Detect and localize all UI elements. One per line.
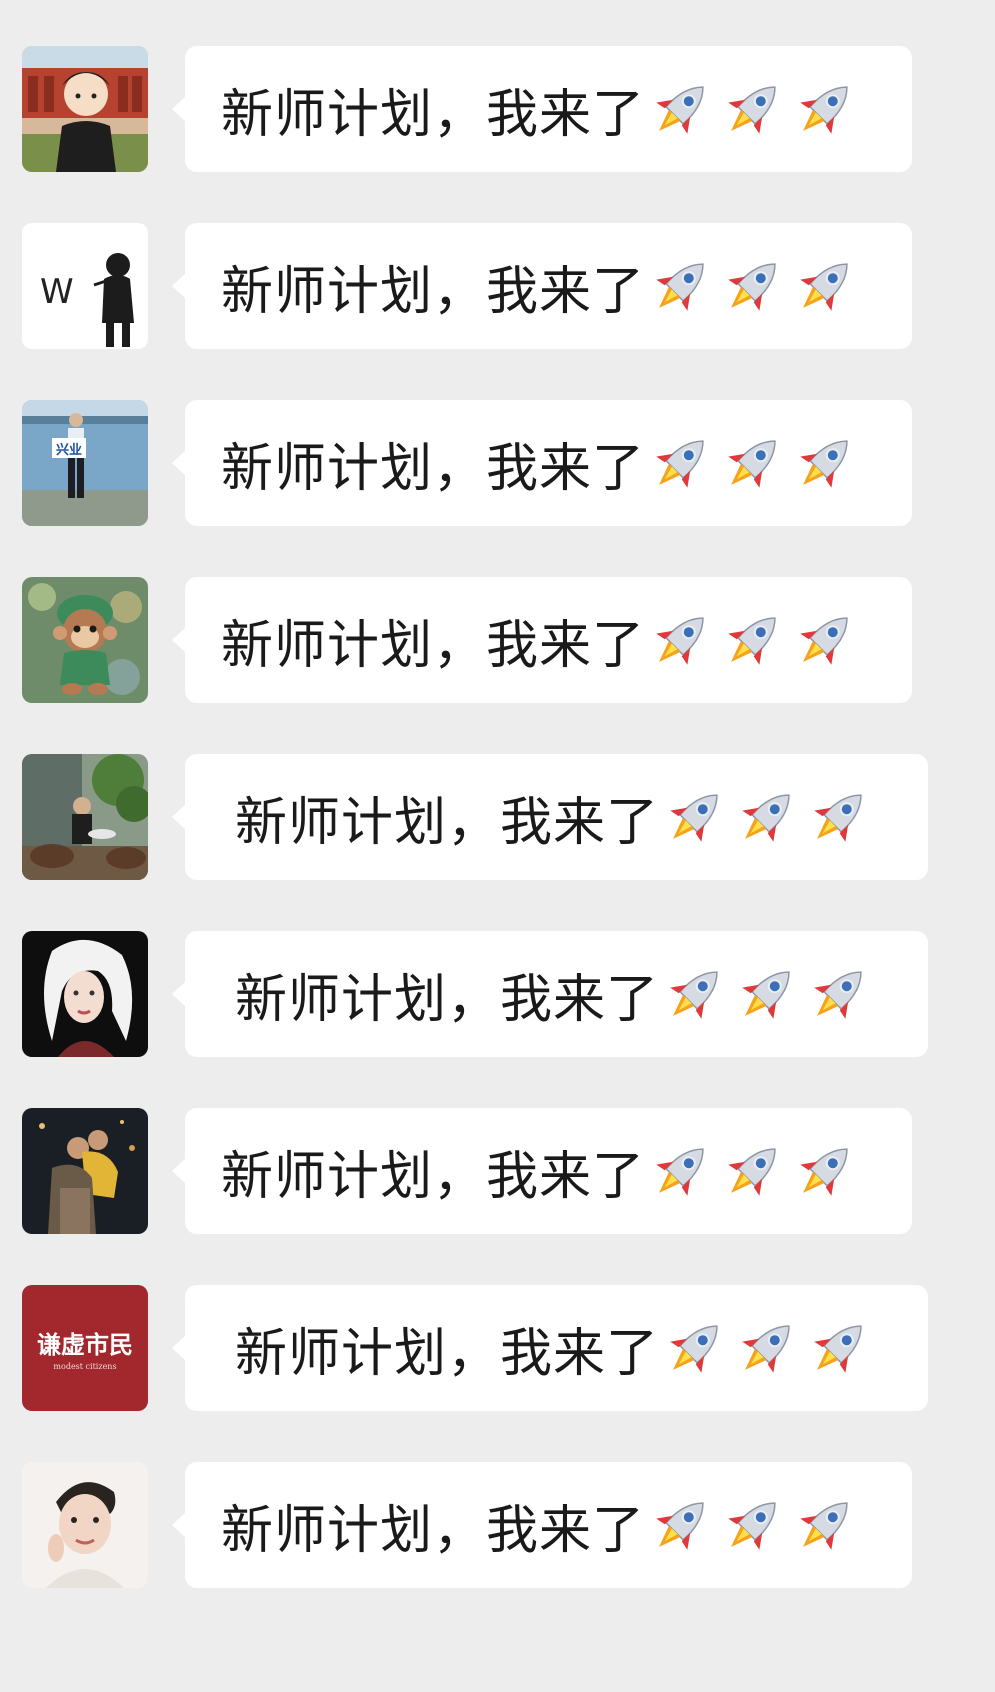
rocket-emoji xyxy=(721,1492,785,1558)
rocket-emoji xyxy=(649,1492,713,1558)
emoji-group xyxy=(649,607,865,673)
chat-list: 新师计划，我来了 W 新师计划，我来了 兴业 新师计划，我来了 新师计划，我来了… xyxy=(0,0,995,1692)
message-bubble[interactable]: 新师计划，我来了 xyxy=(172,400,912,526)
message-row: 新师计划，我来了 xyxy=(0,46,995,172)
message-row: 兴业 新师计划，我来了 xyxy=(0,400,995,526)
message-row: 新师计划，我来了 xyxy=(0,931,995,1057)
avatar[interactable] xyxy=(22,931,148,1057)
emoji-group xyxy=(649,76,865,142)
message-bubble[interactable]: 新师计划，我来了 xyxy=(172,1108,912,1234)
rocket-emoji xyxy=(793,1492,857,1558)
message-row: 新师计划，我来了 xyxy=(0,1108,995,1234)
avatar[interactable]: 谦虚市民 modest citizens xyxy=(22,1285,148,1411)
message-text: 新师计划，我来了 xyxy=(221,1146,646,1207)
rocket-emoji xyxy=(721,1138,785,1204)
rocket-emoji xyxy=(793,430,857,496)
rocket-emoji xyxy=(663,961,727,1027)
message-bubble[interactable]: 新师计划，我来了 xyxy=(172,223,912,349)
avatar[interactable] xyxy=(22,1108,148,1234)
avatar[interactable] xyxy=(22,577,148,703)
rocket-emoji xyxy=(793,607,857,673)
rocket-emoji xyxy=(793,76,857,142)
message-bubble[interactable]: 新师计划，我来了 xyxy=(172,1285,928,1411)
avatar[interactable]: 兴业 xyxy=(22,400,148,526)
message-row: W 新师计划，我来了 xyxy=(0,223,995,349)
message-bubble[interactable]: 新师计划，我来了 xyxy=(172,931,928,1057)
rocket-emoji xyxy=(721,76,785,142)
rocket-emoji xyxy=(663,1315,727,1381)
message-text: 新师计划，我来了 xyxy=(221,84,646,145)
rocket-emoji xyxy=(721,607,785,673)
emoji-group xyxy=(649,430,865,496)
rocket-emoji xyxy=(793,253,857,319)
emoji-group xyxy=(663,961,879,1027)
rocket-emoji xyxy=(649,430,713,496)
emoji-group xyxy=(663,784,879,850)
avatar[interactable] xyxy=(22,754,148,880)
emoji-group xyxy=(663,1315,879,1381)
rocket-emoji xyxy=(721,430,785,496)
emoji-group xyxy=(649,1492,865,1558)
rocket-emoji xyxy=(721,253,785,319)
message-text: 新师计划，我来了 xyxy=(221,438,646,499)
rocket-emoji xyxy=(663,784,727,850)
message-bubble[interactable]: 新师计划，我来了 xyxy=(172,754,928,880)
message-text: 新师计划，我来了 xyxy=(235,1323,660,1384)
message-text: 新师计划，我来了 xyxy=(235,792,660,853)
avatar-letter: W xyxy=(40,272,74,312)
avatar-sign: 兴业 xyxy=(56,442,82,458)
rocket-emoji xyxy=(735,1315,799,1381)
rocket-emoji xyxy=(649,76,713,142)
avatar[interactable] xyxy=(22,1462,148,1588)
message-text: 新师计划，我来了 xyxy=(221,261,646,322)
message-text: 新师计划，我来了 xyxy=(221,1500,646,1561)
avatar-subtitle: modest citizens xyxy=(53,1362,116,1371)
message-row: 新师计划，我来了 xyxy=(0,754,995,880)
emoji-group xyxy=(649,253,865,319)
message-bubble[interactable]: 新师计划，我来了 xyxy=(172,46,912,172)
avatar-title: 谦虚市民 xyxy=(37,1331,133,1359)
rocket-emoji xyxy=(649,1138,713,1204)
rocket-emoji xyxy=(807,961,871,1027)
rocket-emoji xyxy=(649,607,713,673)
message-bubble[interactable]: 新师计划，我来了 xyxy=(172,577,912,703)
rocket-emoji xyxy=(807,1315,871,1381)
rocket-emoji xyxy=(793,1138,857,1204)
message-text: 新师计划，我来了 xyxy=(235,969,660,1030)
avatar[interactable] xyxy=(22,46,148,172)
avatar[interactable]: W xyxy=(22,223,148,349)
message-row: 谦虚市民 modest citizens 新师计划，我来了 xyxy=(0,1285,995,1411)
message-text: 新师计划，我来了 xyxy=(221,615,646,676)
message-bubble[interactable]: 新师计划，我来了 xyxy=(172,1462,912,1588)
emoji-group xyxy=(649,1138,865,1204)
rocket-emoji xyxy=(735,961,799,1027)
message-row: 新师计划，我来了 xyxy=(0,577,995,703)
message-row: 新师计划，我来了 xyxy=(0,1462,995,1588)
rocket-emoji xyxy=(649,253,713,319)
rocket-emoji xyxy=(735,784,799,850)
rocket-emoji xyxy=(807,784,871,850)
